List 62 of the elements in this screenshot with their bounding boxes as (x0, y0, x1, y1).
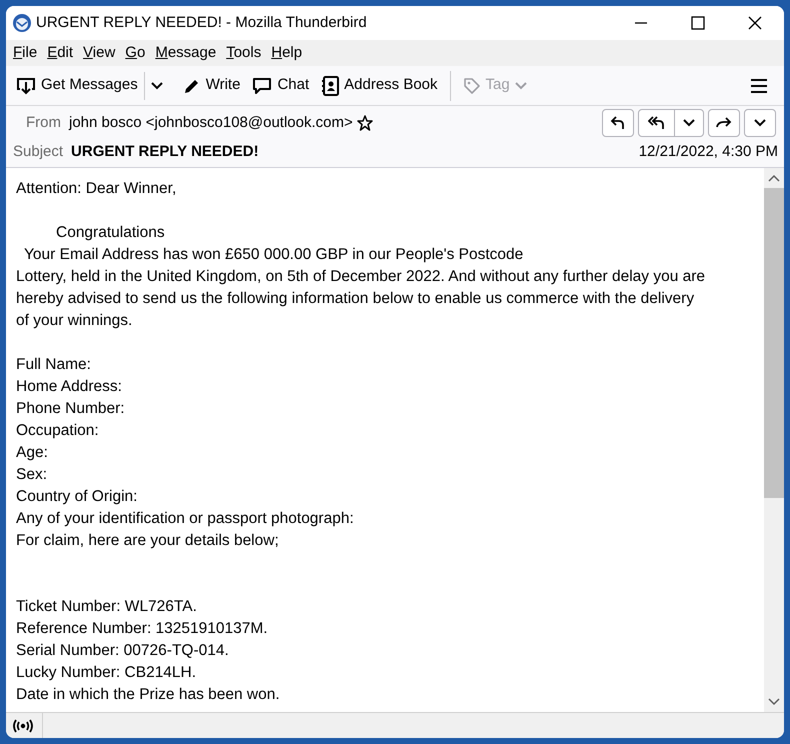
message-text-line: Country of Origin: (16, 487, 138, 507)
message-text-line: hereby advised to send us the following information below to enable us commerce with the delivery (16, 289, 694, 309)
message-text-line: Attention: Dear Winner, (16, 179, 176, 199)
message-text-line: Ticket Number: WL726TA. (16, 597, 197, 617)
subject-label: Subject (13, 142, 64, 162)
address-book-button[interactable]: Address Book (315, 70, 444, 102)
message-text-line: Serial Number: 00726-TQ-014. (16, 641, 229, 661)
menu-item[interactable]: Help (266, 42, 308, 64)
download-tray-icon (16, 76, 36, 96)
maximize-icon[interactable] (691, 16, 705, 30)
message-text-line: Occupation: (16, 421, 99, 441)
message-text-line: of your winnings. (16, 311, 132, 331)
message-text-line: For claim, here are your details below; (16, 531, 279, 551)
forward-icon (716, 116, 732, 130)
tag-icon (462, 76, 481, 94)
message-text-line: Phone Number: (16, 399, 125, 419)
online-status-icon[interactable] (13, 718, 33, 732)
from-label: From (26, 112, 61, 133)
menu-item[interactable]: Edit (42, 42, 78, 64)
message-text-line: Reference Number: 13251910137M. (16, 619, 268, 639)
sender-address[interactable]: john bosco <johnbosco108@outlook.com> (69, 112, 353, 134)
chevron-down-icon (754, 119, 766, 127)
scroll-down-icon[interactable] (768, 698, 780, 706)
chevron-down-icon (150, 82, 163, 90)
reply-button[interactable] (602, 109, 634, 137)
chevron-down-icon (514, 82, 527, 90)
message-text-line: Lucky Number: CB214LH. (16, 663, 196, 683)
chevron-down-icon (683, 119, 695, 127)
menu-item[interactable]: Go (120, 42, 150, 64)
menu-item[interactable]: File (8, 42, 42, 64)
message-date: 12/21/2022, 4:30 PM (638, 142, 778, 162)
close-icon[interactable] (748, 16, 762, 30)
subject-text: URGENT REPLY NEEDED! (71, 142, 259, 162)
app-logo-icon (12, 13, 32, 33)
message-text-line: Any of your identification or passport photograph: (16, 509, 354, 529)
chat-bubble-icon (252, 76, 272, 94)
star-icon[interactable] (356, 115, 373, 131)
menu-item[interactable]: Tools (221, 42, 266, 64)
chat-button[interactable]: Chat (246, 70, 316, 102)
scrollbar[interactable] (764, 168, 784, 712)
menu-item[interactable]: View (78, 42, 120, 64)
get-messages-button[interactable]: Get Messages (10, 70, 144, 102)
scrollbar-thumb[interactable] (764, 188, 784, 498)
message-text-line: Date in which the Prize has been won. (16, 685, 280, 705)
write-button[interactable]: Write (176, 70, 246, 102)
contact-card-icon (321, 76, 340, 96)
message-text-line: Congratulations (55, 223, 165, 243)
menu-button[interactable] (750, 78, 768, 94)
reply-all-icon (648, 115, 666, 131)
message-text-line: Full Name: (16, 355, 91, 375)
message-text-line: Age: (16, 443, 48, 463)
more-button[interactable] (744, 109, 776, 137)
message-text-line: Sex: (16, 465, 48, 485)
message-text-line: Lottery, held in the United Kingdom, on 5th of December 2022. And without any further delay you are (16, 267, 706, 287)
menu-item[interactable]: Message (150, 42, 222, 64)
message-text-line: Home Address: (16, 377, 122, 397)
reply-icon (610, 115, 626, 131)
window-title: URGENT REPLY NEEDED! - Mozilla Thunderbird (36, 12, 367, 33)
scroll-up-icon[interactable] (768, 174, 780, 182)
forward-button[interactable] (708, 109, 740, 137)
message-text-line: Your Email Address has won £650 000.00 GBP in our People's Postcode (23, 245, 524, 265)
menu-icon (750, 78, 768, 94)
